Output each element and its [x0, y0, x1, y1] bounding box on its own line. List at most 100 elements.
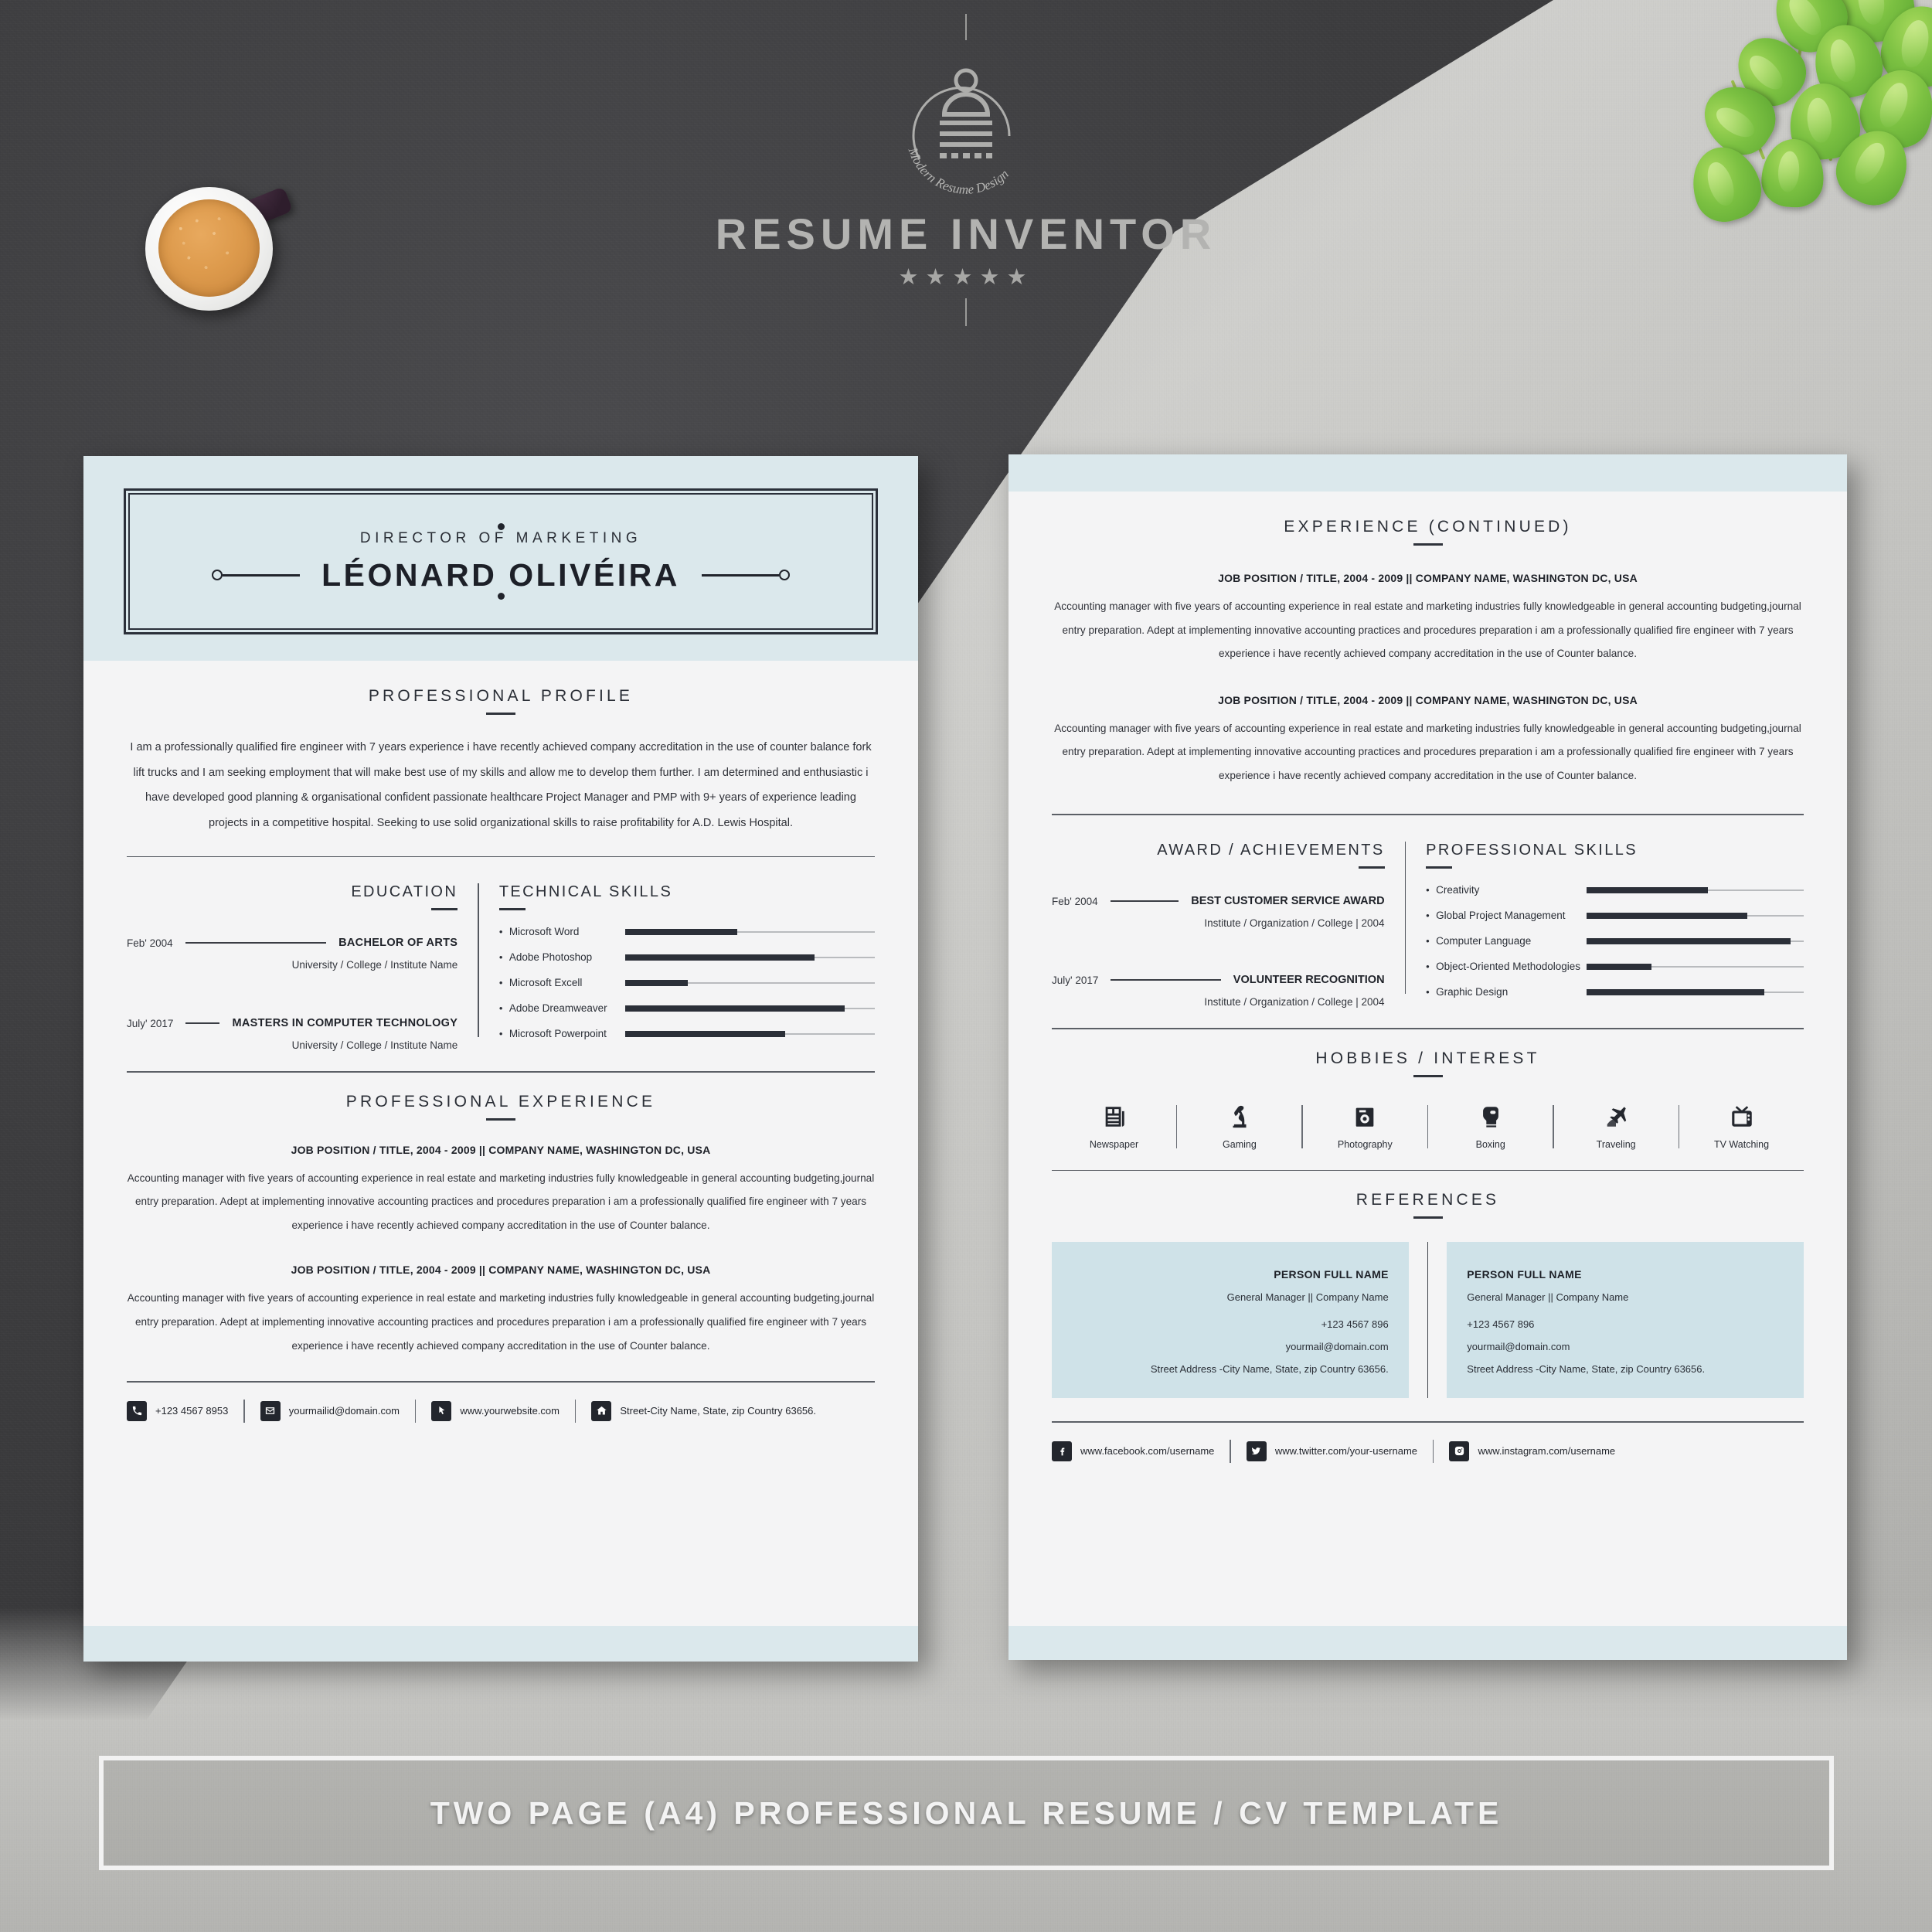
skill-bar-track [1587, 937, 1804, 944]
bottom-banner: TWO PAGE (A4) PROFESSIONAL RESUME / CV T… [99, 1756, 1834, 1870]
skill-bar-fill [624, 979, 688, 986]
award-name: BEST CUSTOMER SERVICE AWARD [1191, 895, 1385, 908]
section-title-experience-continued: EXPERIENCE (CONTINUED) [1284, 518, 1572, 536]
social-instagram-text: www.instagram.com/username [1478, 1445, 1616, 1458]
page1-header-band: DIRECTOR OF MARKETING LÉONARD OLIVÉIRA [83, 456, 918, 661]
social-instagram[interactable]: www.instagram.com/username [1449, 1440, 1616, 1461]
separator [415, 1399, 417, 1423]
skill-bar-fill [1587, 886, 1709, 893]
section-rule [486, 713, 515, 715]
cursor-icon [431, 1400, 452, 1421]
contact-website[interactable]: www.yourwebsite.com [431, 1400, 560, 1421]
award-dash [1110, 900, 1179, 902]
coffee-liquid [158, 199, 260, 297]
logo-emblem-svg: Modern Resume Design [905, 68, 1012, 197]
awards-skills-row: AWARD / ACHIEVEMENTS Feb' 2004 BEST CUST… [1052, 818, 1804, 1008]
education-item: Feb' 2004 BACHELOR OF ARTS University / … [127, 937, 457, 971]
education-date: Feb' 2004 [127, 937, 173, 949]
social-facebook[interactable]: www.facebook.com/username [1052, 1440, 1214, 1461]
section-title-experience: PROFESSIONAL EXPERIENCE [345, 1092, 656, 1111]
banner-text: TWO PAGE (A4) PROFESSIONAL RESUME / CV T… [430, 1794, 1503, 1831]
social-twitter-text: www.twitter.com/your-username [1274, 1445, 1418, 1458]
skill-bar-fill [1587, 988, 1765, 995]
page2-footer-band [1009, 1626, 1847, 1660]
hobby-label: TV Watching [1713, 1138, 1770, 1150]
education-item: July' 2017 MASTERS IN COMPUTER TECHNOLOG… [127, 1017, 457, 1051]
contact-phone-text: +123 4567 8953 [155, 1405, 229, 1417]
skill-row: • Microsoft Excell [499, 977, 875, 988]
logo-emblem: Modern Resume Design [873, 43, 1059, 206]
logo-stars: ★★★★★ [898, 265, 1034, 290]
skill-row: • Adobe Dreamweaver [499, 1002, 875, 1014]
skill-bar-track [1587, 988, 1804, 995]
bullet-icon: • [498, 951, 503, 964]
award-name: VOLUNTEER RECOGNITION [1233, 974, 1385, 987]
skill-row: • Object-Oriented Methodologies [1426, 961, 1804, 972]
contact-address[interactable]: Street-City Name, State, zip Country 636… [591, 1400, 816, 1421]
award-item: Feb' 2004 BEST CUSTOMER SERVICE AWARD In… [1052, 895, 1385, 929]
logo-tick-bottom [965, 298, 967, 326]
section-title-technical-skills: TECHNICAL SKILLS [498, 883, 673, 901]
skill-name: Adobe Dreamweaver [509, 1002, 607, 1015]
experience-body: Accounting manager with five years of ac… [127, 1292, 875, 1352]
skill-name: Creativity [1436, 884, 1480, 896]
skill-bar-fill [624, 954, 815, 961]
education-date: July' 2017 [127, 1017, 174, 1029]
skill-bar-fill [1587, 937, 1791, 944]
page1-footer-band [83, 1626, 918, 1662]
award-sub: Institute / Organization / College | 200… [1204, 917, 1385, 930]
section-title-professional-skills: PROFESSIONAL SKILLS [1426, 842, 1638, 859]
resume-page-2: EXPERIENCE (CONTINUED) JOB POSITION / TI… [1009, 454, 1847, 1660]
logo-tagline: Modern Resume Design [905, 145, 1012, 196]
hobby-boxing: Boxing [1428, 1104, 1553, 1150]
separator [1433, 1439, 1434, 1463]
reference-email: yourmail@domain.com [1285, 1341, 1389, 1353]
skill-name: Computer Language [1436, 935, 1532, 947]
bullet-icon: • [1426, 935, 1430, 947]
education-school: University / College / Institute Name [291, 959, 458, 971]
section-rule [1426, 866, 1453, 869]
bullet-icon: • [1426, 910, 1430, 922]
twitter-icon [1246, 1440, 1267, 1461]
award-sub: Institute / Organization / College | 200… [1204, 996, 1385, 1009]
skill-bar-track [624, 1005, 875, 1012]
skill-row: • Creativity [1426, 884, 1804, 896]
bullet-icon: • [498, 926, 503, 938]
bullet-icon: • [498, 977, 503, 989]
professional-experience-section: PROFESSIONAL EXPERIENCE JOB POSITION / T… [127, 1073, 875, 1358]
coffee-cup-body [145, 187, 273, 311]
hobby-label: Photography [1337, 1138, 1393, 1150]
hobby-label: Gaming [1223, 1138, 1257, 1150]
experience-item: JOB POSITION / TITLE, 2004 - 2009 || COM… [1052, 694, 1804, 788]
skill-row: • Graphic Design [1426, 986, 1804, 998]
name-rule-left [212, 570, 301, 580]
skill-bar-fill [624, 1030, 785, 1037]
bullet-icon: • [1426, 961, 1430, 973]
chess-knight-icon [1226, 1104, 1253, 1130]
experience-body: Accounting manager with five years of ac… [1054, 722, 1801, 781]
contact-phone[interactable]: +123 4567 8953 [127, 1400, 229, 1421]
section-rule [486, 1117, 515, 1121]
contact-footer: +123 4567 8953 yourmailid@domain.com www… [127, 1383, 875, 1423]
reference-name: PERSON FULL NAME [1274, 1268, 1389, 1281]
skill-name: Global Project Management [1436, 910, 1566, 922]
separator [243, 1399, 245, 1423]
name-rule-right [701, 570, 790, 580]
hobby-label: Boxing [1475, 1138, 1505, 1150]
award-date: Feb' 2004 [1052, 895, 1098, 907]
professional-skills-section: PROFESSIONAL SKILLS • Creativity • Globa… [1406, 818, 1804, 1008]
experience-continued-section: EXPERIENCE (CONTINUED) JOB POSITION / TI… [1052, 492, 1804, 787]
section-rule [431, 908, 458, 911]
svg-text:Modern Resume Design: Modern Resume Design [905, 145, 1012, 196]
award-dash [1111, 979, 1221, 981]
contact-email[interactable]: yourmailid@domain.com [260, 1400, 400, 1421]
social-twitter[interactable]: www.twitter.com/your-username [1246, 1440, 1418, 1461]
skill-bar-fill [624, 1005, 845, 1012]
hobby-traveling: Traveling [1554, 1104, 1679, 1150]
section-rule [1413, 1216, 1443, 1219]
education-dash [185, 942, 327, 944]
experience-heading: JOB POSITION / TITLE, 2004 - 2009 || COM… [1218, 572, 1638, 584]
hobby-label: Newspaper [1089, 1138, 1139, 1150]
coffee-foam-bubbles [158, 199, 260, 297]
experience-body: Accounting manager with five years of ac… [127, 1172, 875, 1231]
